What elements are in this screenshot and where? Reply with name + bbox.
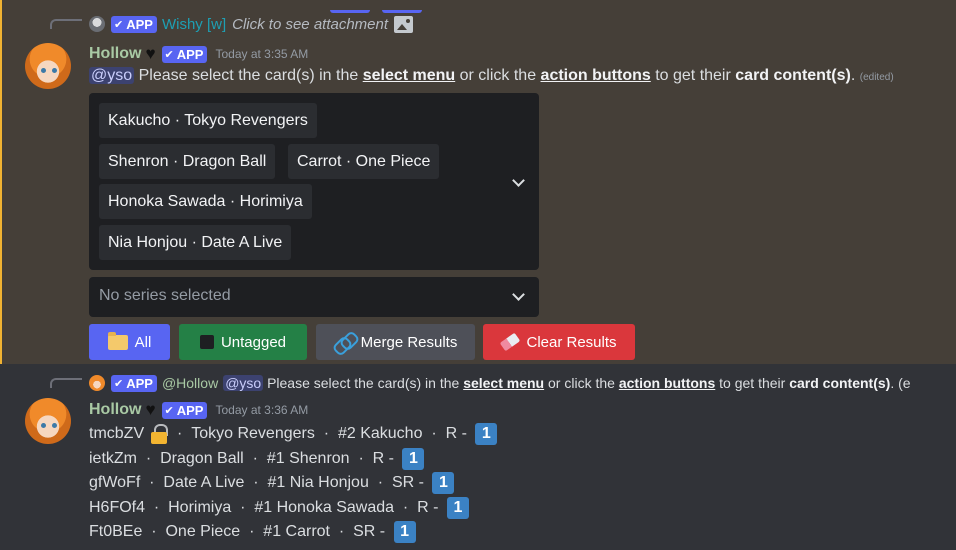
- message-header: Hollow ♥ ✔ APP Today at 3:36 AM: [89, 400, 308, 420]
- count-badge: 1: [393, 521, 416, 543]
- series-select-placeholder: No series selected: [99, 287, 231, 304]
- clear-results-button[interactable]: Clear Results: [483, 324, 635, 360]
- card-code: ietkZm: [89, 450, 137, 467]
- black-heart-icon: ♥: [145, 400, 156, 419]
- selected-card-chip: Kakucho · Tokyo Revengers: [99, 103, 317, 138]
- result-row: H6FOf4 · Horimiya · #1 Honoka Sawada · R…: [89, 497, 469, 519]
- check-icon: ✔: [114, 18, 124, 31]
- card-series: Date A Live: [163, 474, 245, 491]
- avatar[interactable]: [25, 398, 71, 444]
- card-select-menu[interactable]: Kakucho · Tokyo Revengers Shenron · Drag…: [89, 93, 539, 270]
- card-series: Tokyo Revengers: [191, 425, 315, 442]
- untagged-button[interactable]: Untagged: [179, 324, 307, 360]
- all-button[interactable]: All: [89, 324, 170, 360]
- count-badge: 1: [446, 497, 469, 519]
- chevron-down-icon[interactable]: [512, 174, 525, 187]
- reply-connector: [50, 378, 82, 388]
- card-rarity: R: [372, 450, 385, 467]
- reply-preview[interactable]: ✔ APP @Hollow @yso Please select the card…: [89, 372, 911, 394]
- reply-text[interactable]: Click to see attachment: [232, 16, 388, 33]
- link-icon: [334, 332, 354, 352]
- card-series: Dragon Ball: [160, 450, 244, 467]
- count-badge: 1: [432, 472, 455, 494]
- card-rarity: SR: [391, 474, 415, 491]
- chevron-down-icon[interactable]: [512, 288, 525, 301]
- app-badge: ✔ APP: [161, 401, 208, 419]
- edited-label: (edited): [859, 72, 894, 83]
- timestamp[interactable]: Today at 3:35 AM: [215, 47, 308, 61]
- message-header: Hollow ♥ ✔ APP Today at 3:35 AM: [89, 44, 308, 64]
- eraser-icon: [500, 332, 521, 352]
- selected-card-chip: Nia Honjou · Date A Live: [99, 225, 292, 260]
- card-series: One Piece: [165, 523, 241, 540]
- result-row: Ft0BEe · One Piece · #1 Carrot · SR - 1: [89, 521, 416, 543]
- card-code: H6FOf4: [89, 499, 146, 516]
- square-icon: [199, 335, 214, 349]
- card-code: tmcbZV: [89, 425, 145, 442]
- count-badge: 1: [475, 423, 498, 445]
- result-row: gfWoFf · Date A Live · #1 Nia Honjou · S…: [89, 472, 455, 494]
- app-badge: ✔ APP: [111, 374, 157, 392]
- avatar[interactable]: [25, 43, 71, 89]
- top-scroll-remnant: [330, 0, 450, 13]
- selected-card-chip: Carrot · One Piece: [288, 144, 440, 179]
- card-series: Horimiya: [168, 499, 232, 516]
- check-icon: ✔: [164, 48, 174, 61]
- app-badge: ✔ APP: [161, 45, 208, 63]
- mention-highlight-bar: [0, 0, 2, 364]
- result-row: ietkZm · Dragon Ball · #1 Shenron · R - …: [89, 448, 425, 470]
- card-character: #2 Kakucho: [337, 425, 423, 442]
- selected-card-chip: Shenron · Dragon Ball: [99, 144, 276, 179]
- card-rarity: SR: [353, 523, 376, 540]
- reply-username[interactable]: Wishy [w]: [162, 16, 226, 33]
- card-character: #1 Carrot: [263, 523, 330, 540]
- message-content: @yso Please select the card(s) in the se…: [89, 67, 894, 84]
- card-rarity: R: [445, 425, 458, 442]
- card-character: #1 Honoka Sawada: [254, 499, 395, 516]
- card-code: Ft0BEe: [89, 523, 143, 540]
- card-character: #1 Shenron: [266, 450, 350, 467]
- action-buttons-link: action buttons: [540, 67, 651, 84]
- lock-icon: [150, 423, 169, 445]
- reply-avatar: [89, 375, 105, 391]
- timestamp[interactable]: Today at 3:36 AM: [215, 403, 308, 417]
- card-code: gfWoFf: [89, 474, 141, 491]
- count-badge: 1: [402, 448, 425, 470]
- app-badge: ✔ APP: [111, 15, 157, 33]
- merge-results-button[interactable]: Merge Results: [316, 324, 475, 360]
- reply-avatar: [89, 16, 105, 32]
- username[interactable]: Hollow: [89, 45, 141, 63]
- select-menu-link: select menu: [362, 67, 456, 84]
- folder-icon: [107, 331, 128, 350]
- result-row: tmcbZV · Tokyo Revengers · #2 Kakucho · …: [89, 423, 498, 445]
- selected-card-chip: Honoka Sawada · Horimiya: [99, 184, 312, 219]
- reply-username[interactable]: @Hollow: [162, 375, 218, 391]
- check-icon: ✔: [114, 377, 124, 390]
- card-rarity: R: [417, 499, 429, 516]
- check-icon: ✔: [164, 404, 174, 417]
- user-mention[interactable]: @yso: [223, 375, 264, 391]
- reply-connector: [50, 19, 82, 29]
- reply-preview[interactable]: ✔ APP Wishy [w] Click to see attachment: [89, 13, 414, 35]
- username[interactable]: Hollow: [89, 401, 141, 419]
- image-icon: [394, 15, 414, 33]
- card-character: #1 Nia Honjou: [267, 474, 369, 491]
- user-mention[interactable]: @yso: [89, 67, 135, 84]
- series-select-menu[interactable]: No series selected: [89, 277, 539, 317]
- black-heart-icon: ♥: [145, 44, 156, 63]
